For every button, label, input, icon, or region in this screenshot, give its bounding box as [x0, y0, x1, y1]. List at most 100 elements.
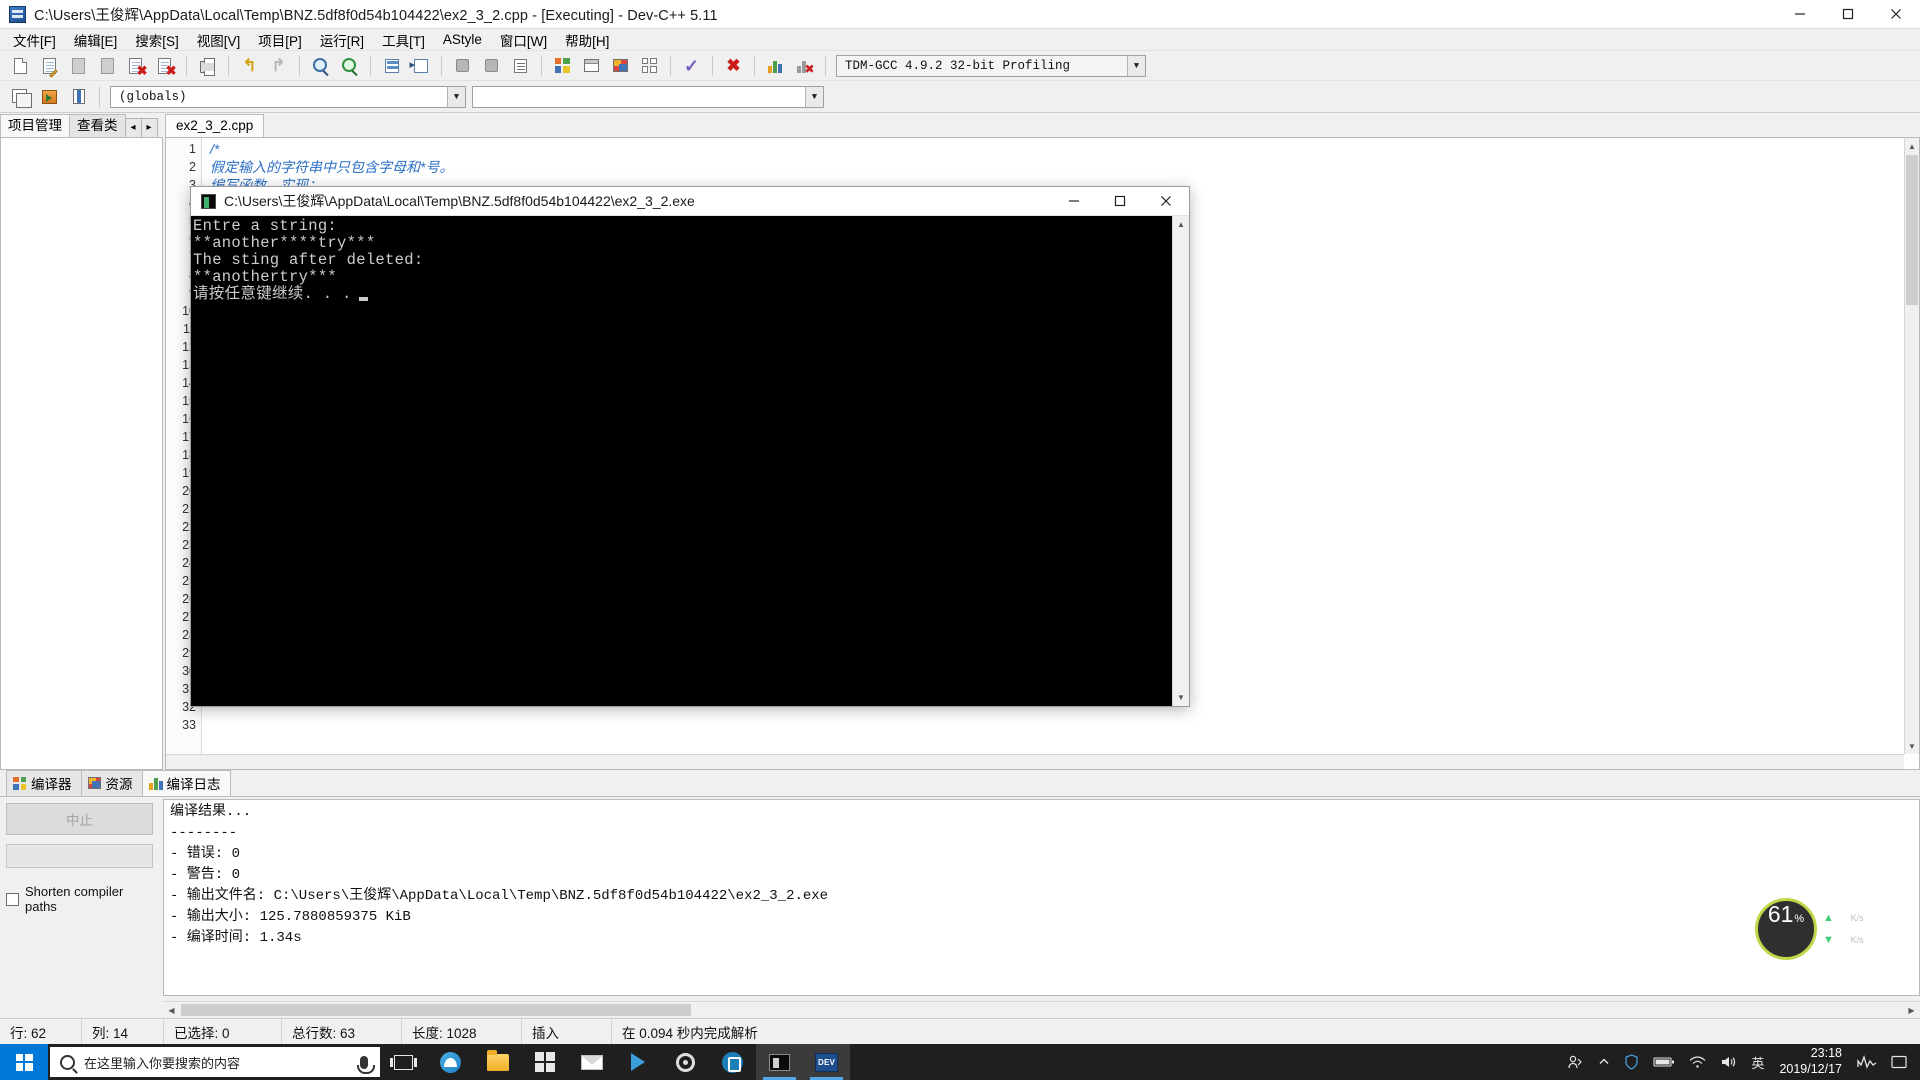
console-minimize-button[interactable]	[1051, 187, 1097, 216]
goto-function-button[interactable]	[408, 54, 433, 78]
maximize-button[interactable]	[1824, 0, 1872, 29]
chevron-down-icon[interactable]: ▼	[805, 86, 823, 107]
scroll-right-icon[interactable]: ▶	[1903, 1002, 1920, 1018]
search-input[interactable]: 在这里输入你要搜索的内容	[84, 1053, 240, 1072]
delete-profile-button[interactable]	[792, 54, 817, 78]
profile-analysis-button[interactable]	[763, 54, 788, 78]
project-manager-panel[interactable]	[0, 137, 163, 770]
scope-select[interactable]: (globals) ▼	[110, 85, 466, 108]
stop-execution-button[interactable]: ✖	[721, 54, 746, 78]
undo-button[interactable]: ↰	[237, 54, 262, 78]
compiler-select[interactable]: TDM-GCC 4.9.2 32-bit Profiling ▼	[836, 54, 1146, 77]
taskbar-clock[interactable]: 23:18 2019/12/17	[1771, 1046, 1850, 1077]
console-scrollbar[interactable]: ▲ ▼	[1172, 216, 1189, 706]
taskbar-settings[interactable]	[662, 1044, 709, 1080]
start-button[interactable]	[0, 1044, 48, 1080]
save-all-button[interactable]	[95, 54, 120, 78]
taskbar-console[interactable]	[756, 1044, 803, 1080]
tray-monitor-icon[interactable]	[1850, 1044, 1884, 1080]
open-file-button[interactable]	[37, 54, 62, 78]
new-project-button[interactable]	[550, 54, 575, 78]
menu-search[interactable]: 搜索[S]	[126, 28, 188, 52]
menu-help[interactable]: 帮助[H]	[556, 28, 618, 52]
tab-compile-log[interactable]: 编译日志	[141, 770, 231, 797]
menu-project[interactable]: 项目[P]	[249, 28, 311, 52]
menu-window[interactable]: 窗口[W]	[491, 28, 556, 52]
tray-volume-icon[interactable]	[1713, 1044, 1744, 1080]
arrange-windows-button[interactable]	[637, 54, 662, 78]
close-button[interactable]	[1872, 0, 1920, 29]
debug-button[interactable]	[66, 85, 91, 109]
editor-horizontal-scrollbar[interactable]	[166, 754, 1904, 769]
close-file-button[interactable]: ✖	[124, 54, 149, 78]
taskbar-task-view[interactable]	[380, 1044, 427, 1080]
replace-button[interactable]	[337, 54, 362, 78]
back-button[interactable]	[450, 54, 475, 78]
menu-file[interactable]: 文件[F]	[4, 28, 65, 52]
save-file-button[interactable]	[66, 54, 91, 78]
console-output[interactable]: Entre a string: **another****try*** The st…	[191, 216, 1189, 706]
tray-people-icon[interactable]	[1560, 1044, 1591, 1080]
console-window[interactable]: C:\Users\王俊辉\AppData\Local\Temp\BNZ.5df8…	[190, 186, 1190, 707]
tab-resources[interactable]: 资源	[80, 770, 143, 797]
shorten-paths-checkbox[interactable]	[6, 892, 19, 906]
taskbar-file-explorer[interactable]	[474, 1044, 521, 1080]
tray-security-icon[interactable]	[1617, 1044, 1646, 1080]
taskbar-search-box[interactable]: 在这里输入你要搜索的内容	[50, 1047, 380, 1077]
taskbar-store[interactable]	[521, 1044, 568, 1080]
run-button[interactable]	[37, 85, 62, 109]
compile-run-button[interactable]	[8, 85, 33, 109]
microphone-icon[interactable]	[357, 1055, 375, 1074]
tabs-scroll-right-button[interactable]: ▸	[140, 118, 158, 138]
compile-log-output[interactable]: 编译结果... -------- - 错误: 0 - 警告: 0 - 输出文件名: C:…	[163, 799, 1920, 996]
tray-battery-icon[interactable]	[1646, 1044, 1682, 1080]
class-select[interactable]: ▼	[472, 85, 824, 108]
tray-network-icon[interactable]	[1682, 1044, 1713, 1080]
close-all-button[interactable]: ✖	[153, 54, 178, 78]
menu-astyle[interactable]: AStyle	[434, 30, 491, 49]
menu-edit[interactable]: 编辑[E]	[65, 28, 127, 52]
tab-compiler[interactable]: 编译器	[6, 770, 82, 797]
console-scroll-up-icon[interactable]: ▲	[1173, 216, 1189, 233]
editor-vertical-scrollbar[interactable]: ▲ ▼	[1904, 138, 1919, 754]
new-file-button[interactable]	[8, 54, 33, 78]
taskbar-app-blue[interactable]	[709, 1044, 756, 1080]
console-maximize-button[interactable]	[1097, 187, 1143, 216]
console-close-button[interactable]	[1143, 187, 1189, 216]
tray-ime-indicator[interactable]: 英	[1744, 1044, 1771, 1080]
scroll-thumb[interactable]	[1906, 155, 1918, 305]
taskbar-mail[interactable]	[568, 1044, 615, 1080]
menu-view[interactable]: 视图[V]	[188, 28, 250, 52]
find-button[interactable]	[308, 54, 333, 78]
log-scroll-thumb[interactable]	[181, 1004, 691, 1016]
performance-widget[interactable]: 61 % ▲ 0 K/s ▼ 0 K/s	[1755, 898, 1903, 960]
scroll-up-icon[interactable]: ▲	[1905, 138, 1919, 154]
chevron-down-icon[interactable]: ▼	[447, 86, 465, 107]
compile-button[interactable]: ✓	[679, 54, 704, 78]
taskbar-vscode[interactable]	[615, 1044, 662, 1080]
tab-project-manager[interactable]: 项目管理	[0, 113, 70, 138]
minimize-button[interactable]	[1776, 0, 1824, 29]
forward-button[interactable]	[479, 54, 504, 78]
tray-notifications-icon[interactable]	[1884, 1044, 1914, 1080]
scroll-left-icon[interactable]: ◀	[163, 1002, 180, 1018]
tab-class-browser[interactable]: 查看类	[69, 113, 126, 138]
tray-show-hidden-icons[interactable]	[1591, 1044, 1617, 1080]
scroll-down-icon[interactable]: ▼	[1905, 738, 1919, 754]
redo-button[interactable]: ↱	[266, 54, 291, 78]
chevron-down-icon[interactable]: ▼	[1127, 55, 1145, 76]
editor-tab-ex2_3_2[interactable]: ex2_3_2.cpp	[165, 114, 265, 138]
goto-line-button[interactable]	[379, 54, 404, 78]
print-button[interactable]	[195, 54, 220, 78]
taskbar-edge[interactable]	[427, 1044, 474, 1080]
menu-tools[interactable]: 工具[T]	[373, 28, 434, 52]
log-horizontal-scrollbar[interactable]: ◀ ▶	[163, 1001, 1920, 1018]
toggle-list-button[interactable]	[508, 54, 533, 78]
resource-button[interactable]	[608, 54, 633, 78]
tabs-scroll-left-button[interactable]: ◂	[124, 118, 142, 138]
menu-run[interactable]: 运行[R]	[311, 28, 373, 52]
abort-button[interactable]: 中止	[6, 803, 153, 835]
project-options-button[interactable]	[579, 54, 604, 78]
console-scroll-down-icon[interactable]: ▼	[1173, 689, 1189, 706]
taskbar-devcpp[interactable]: DEV	[803, 1044, 850, 1080]
